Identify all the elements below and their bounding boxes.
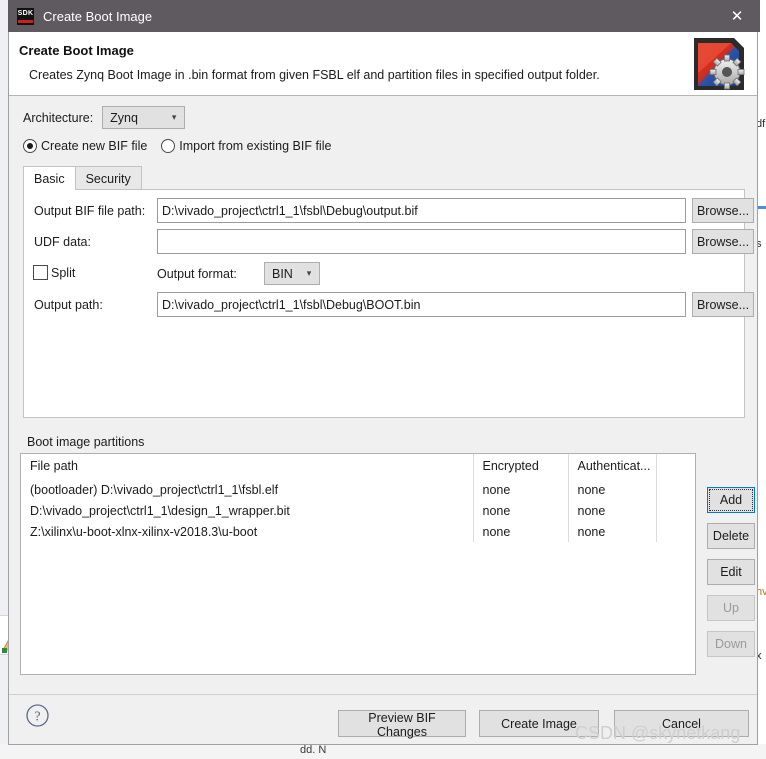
table-row[interactable]: (bootloader) D:\vivado_project\ctrl1_1\f… [21, 479, 695, 500]
column-header-file-path[interactable]: File path [21, 454, 474, 479]
create-image-button[interactable]: Create Image [479, 710, 599, 737]
column-header-authenticated[interactable]: Authenticat... [568, 454, 657, 479]
sdk-app-icon: SDK [17, 7, 34, 25]
window-title: Create Boot Image [43, 8, 153, 24]
split-checkbox-mark [33, 265, 48, 280]
edit-partition-button[interactable]: Edit [707, 559, 755, 585]
table-row[interactable]: Z:\xilinx\u-boot-xlnx-xilinx-v2018.3\u-b… [21, 521, 695, 542]
help-question-icon[interactable]: ? [25, 703, 50, 728]
sdk-icon-text: SDK [17, 9, 34, 17]
cell-authenticated: none [568, 521, 657, 542]
column-header-spacer [656, 454, 695, 479]
sdk-icon-bar [18, 19, 33, 23]
dialog-titlebar: SDK Create Boot Image ✕ [8, 0, 760, 32]
page-description: Creates Zynq Boot Image in .bin format f… [29, 68, 600, 82]
architecture-value: Zynq [110, 110, 138, 125]
udf-data-label: UDF data: [34, 235, 91, 249]
delete-partition-button[interactable]: Delete [707, 523, 755, 549]
cell-spacer [656, 521, 695, 542]
radio-create-new-bif-mark [23, 139, 37, 153]
radio-create-new-bif-label: Create new BIF file [41, 139, 148, 153]
udf-data-input[interactable] [157, 229, 686, 254]
create-boot-image-dialog: SDK Create Boot Image ✕ Create Boot Imag… [8, 0, 760, 745]
table-row[interactable]: D:\vivado_project\ctrl1_1\design_1_wrapp… [21, 500, 695, 521]
partitions-group-label: Boot image partitions [27, 435, 145, 449]
output-path-label: Output path: [34, 298, 103, 312]
cell-encrypted: none [473, 479, 569, 500]
radio-import-existing-bif[interactable]: Import from existing BIF file [161, 139, 331, 153]
cell-authenticated: none [568, 479, 657, 500]
table-header-row: File path Encrypted Authenticat... [21, 454, 695, 479]
output-bif-browse-button[interactable]: Browse... [692, 198, 754, 223]
architecture-select[interactable]: Zynq ▾ [102, 106, 186, 129]
add-partition-button[interactable]: Add [707, 487, 755, 513]
move-up-button: Up [707, 595, 755, 621]
tab-basic[interactable]: Basic [23, 166, 76, 190]
page-title: Create Boot Image [19, 43, 134, 58]
svg-text:?: ? [34, 710, 40, 725]
output-format-label: Output format: [157, 267, 237, 281]
split-checkbox[interactable]: Split [33, 265, 75, 280]
chevron-down-icon-format: ▾ [306, 268, 312, 278]
radio-create-new-bif[interactable]: Create new BIF file [23, 139, 147, 153]
output-format-select[interactable]: BIN ▾ [264, 262, 320, 285]
chevron-down-icon: ▾ [171, 112, 177, 122]
footer-separator [9, 694, 757, 695]
output-path-input[interactable] [157, 292, 686, 317]
output-bif-input[interactable] [157, 198, 686, 223]
output-bif-label: Output BIF file path: [34, 204, 146, 218]
cell-file-path: Z:\xilinx\u-boot-xlnx-xilinx-v2018.3\u-b… [21, 521, 474, 542]
cell-authenticated: none [568, 500, 657, 521]
radio-import-existing-bif-mark [161, 139, 176, 153]
dialog-header: Create Boot Image Creates Zynq Boot Imag… [9, 32, 757, 96]
split-label: Split [51, 265, 76, 280]
partitions-table-container[interactable]: File path Encrypted Authenticat... (boot… [20, 453, 696, 675]
cancel-button[interactable]: Cancel [614, 710, 749, 737]
column-header-encrypted[interactable]: Encrypted [473, 454, 569, 479]
partitions-table: File path Encrypted Authenticat... (boot… [21, 454, 695, 542]
cell-encrypted: none [473, 500, 569, 521]
architecture-label: Architecture: [23, 110, 94, 125]
output-format-value: BIN [272, 266, 293, 281]
cell-file-path: (bootloader) D:\vivado_project\ctrl1_1\f… [21, 479, 474, 500]
basic-tab-panel: Output BIF file path: Browse... UDF data… [23, 189, 754, 418]
move-down-button: Down [707, 631, 755, 657]
tab-bar: Basic Security [23, 165, 142, 190]
cell-file-path: D:\vivado_project\ctrl1_1\design_1_wrapp… [21, 500, 474, 521]
output-path-browse-button[interactable]: Browse... [692, 292, 754, 317]
cell-encrypted: none [473, 521, 569, 542]
cell-spacer [656, 479, 695, 500]
tab-security[interactable]: Security [74, 166, 142, 190]
udf-data-browse-button[interactable]: Browse... [692, 229, 754, 254]
bif-mode-radio-group: Create new BIF file Import from existing… [23, 139, 345, 153]
close-icon[interactable]: ✕ [714, 0, 760, 32]
radio-import-existing-bif-label: Import from existing BIF file [179, 139, 332, 153]
preview-bif-changes-button[interactable]: Preview BIF Changes [338, 710, 466, 739]
background-bottom-text: dd. N [300, 744, 327, 756]
background-bottom-strip [0, 744, 766, 759]
cell-spacer [656, 500, 695, 521]
sd-card-gear-icon [694, 38, 745, 90]
architecture-row: Architecture: Zynq ▾ [23, 106, 186, 129]
